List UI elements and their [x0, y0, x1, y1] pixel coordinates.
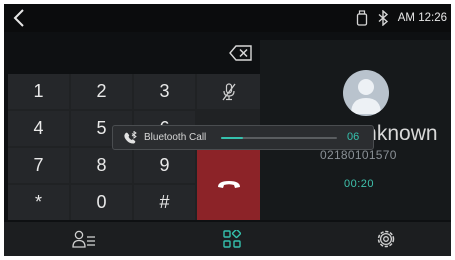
car-phone-screen: AM 12:26 1 2 3 4 5 6 7 8 9 * [4, 4, 451, 256]
key-0[interactable]: 0 [71, 185, 132, 220]
status-indicators: AM 12:26 [356, 4, 447, 32]
mute-button[interactable] [197, 74, 260, 109]
volume-slider[interactable] [221, 137, 337, 139]
clock: AM 12:26 [397, 12, 447, 24]
key-9[interactable]: 9 [134, 148, 195, 183]
key-3[interactable]: 3 [134, 74, 195, 109]
key-hash[interactable]: # [134, 185, 195, 220]
call-end-icon [217, 181, 240, 188]
bluetooth-call-icon [124, 131, 137, 144]
key-2[interactable]: 2 [71, 74, 132, 109]
call-duration: 00:20 [344, 178, 375, 190]
back-button[interactable] [8, 6, 32, 30]
status-bar: AM 12:26 [4, 4, 451, 32]
contact-number: 02180101570 [320, 148, 397, 162]
overlay-label: Bluetooth Call [144, 132, 207, 143]
key-7[interactable]: 7 [8, 148, 69, 183]
person-icon [351, 79, 381, 114]
nav-settings[interactable] [366, 222, 406, 256]
mic-off-icon [221, 82, 236, 100]
key-8[interactable]: 8 [71, 148, 132, 183]
bottom-nav [4, 222, 451, 256]
volume-fill [221, 137, 244, 139]
backspace-icon [229, 45, 252, 61]
volume-value: 06 [347, 131, 360, 143]
avatar [343, 70, 389, 116]
settings-icon [377, 230, 395, 248]
usb-drive-icon [356, 10, 367, 26]
end-call-button[interactable] [197, 148, 260, 220]
volume-overlay: Bluetooth Call 06 [112, 125, 374, 150]
key-star[interactable]: * [8, 185, 69, 220]
bluetooth-icon [378, 10, 388, 26]
nav-keypad[interactable] [212, 222, 252, 256]
contacts-icon [72, 230, 95, 248]
key-4[interactable]: 4 [8, 111, 69, 146]
delete-button[interactable] [229, 45, 253, 61]
keypad-grid-icon [223, 230, 241, 248]
nav-contacts[interactable] [64, 222, 104, 256]
key-1[interactable]: 1 [8, 74, 69, 109]
chevron-left-icon [13, 9, 24, 27]
